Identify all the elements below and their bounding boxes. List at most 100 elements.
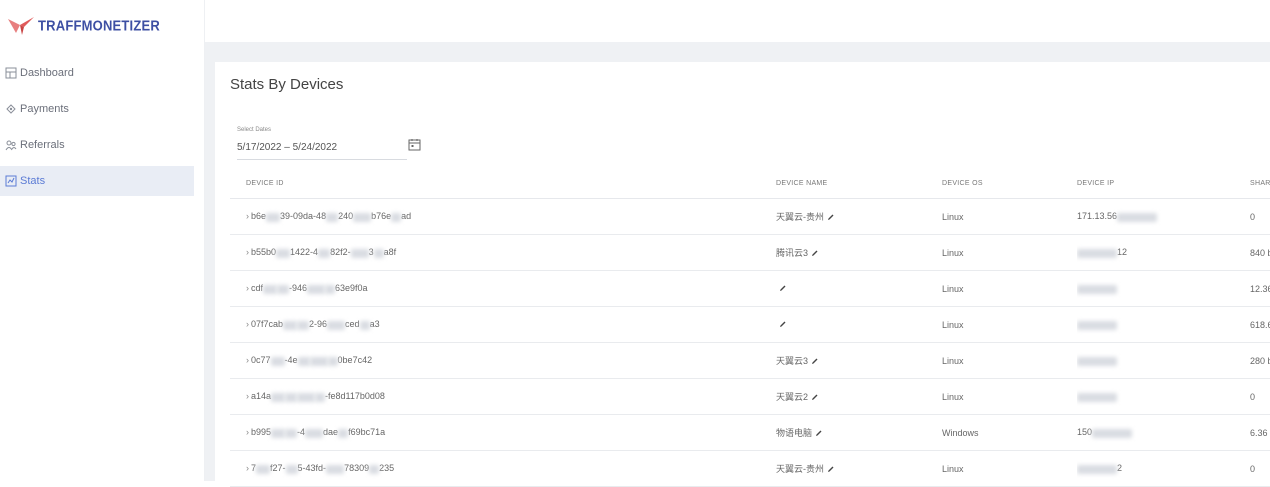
- table-row[interactable]: › 7 f27- 5-43fd- 78309 235 天翼云-贵州 Linux 2 0: [230, 450, 1270, 487]
- device-id-part: 82f2-: [330, 247, 351, 258]
- device-id-part: a14a: [251, 391, 272, 402]
- edit-icon[interactable]: [827, 465, 835, 475]
- redacted-block: [276, 248, 291, 258]
- cell-device-name: 物语电脑: [776, 414, 942, 451]
- table-row[interactable]: › a14a -fe8d117b0d08 天翼云2 Linux 0: [230, 378, 1270, 415]
- redacted-block: [326, 212, 339, 222]
- cell-device-id[interactable]: › 7 f27- 5-43fd- 78309 235: [230, 450, 776, 487]
- device-id-part: 07f7cab: [251, 319, 284, 330]
- edit-icon[interactable]: [815, 429, 823, 439]
- cell-device-id[interactable]: › 0c77 -4e 0be7c42: [230, 342, 776, 379]
- cell-device-ip: 171.13.56: [1077, 198, 1250, 235]
- device-name: 天翼云-贵州: [776, 464, 824, 474]
- redacted-block: [359, 320, 370, 330]
- cell-device-os: Linux: [942, 378, 1077, 415]
- device-id-part: f27-: [270, 463, 286, 474]
- sidebar-item-payments[interactable]: Payments: [0, 94, 194, 124]
- redacted-block: [1077, 356, 1117, 366]
- redacted-block: [1077, 464, 1117, 474]
- table-row[interactable]: ›cdf -946 63e9f0a Linux 12.36 M: [230, 270, 1270, 307]
- redacted-block: [266, 212, 281, 222]
- device-ip-part: 2: [1117, 463, 1123, 474]
- cell-device-ip: 2: [1077, 450, 1250, 487]
- date-range-label: Select Dates: [237, 127, 272, 133]
- device-name: 物语电脑: [776, 428, 813, 438]
- edit-icon[interactable]: [779, 320, 787, 330]
- cell-shared: 840 byt: [1250, 234, 1270, 271]
- header-shared[interactable]: SHARED: [1250, 168, 1270, 199]
- sidebar-item-dashboard[interactable]: Dashboard: [0, 58, 194, 88]
- redacted-block: [285, 428, 298, 438]
- sidebar-item-referrals[interactable]: Referrals: [0, 130, 194, 160]
- expand-icon[interactable]: ›: [246, 211, 249, 221]
- redacted-block: [297, 392, 316, 402]
- device-id-part: -4: [297, 427, 306, 438]
- redacted-block: [318, 248, 331, 258]
- date-range-picker[interactable]: Select Dates 5/17/2022 – 5/24/2022: [230, 124, 421, 160]
- edit-icon[interactable]: [811, 393, 819, 403]
- device-id-part: dae: [323, 427, 339, 438]
- table-row[interactable]: ›b995 -4 dae f69bc71a 物语电脑 Windows150 6.36 KB: [230, 414, 1270, 451]
- table-row[interactable]: ›07f7cab 2-96 ced a3 Linux 618.62: [230, 306, 1270, 343]
- edit-icon[interactable]: [811, 249, 819, 259]
- device-id-part: 1422-4: [290, 247, 319, 258]
- edit-icon[interactable]: [827, 213, 835, 223]
- expand-icon[interactable]: ›: [246, 283, 249, 293]
- edit-icon[interactable]: [811, 357, 819, 367]
- cell-device-id[interactable]: › b55b0 1422-4 82f2- 3 a8f: [230, 234, 776, 271]
- device-name: 天翼云2: [776, 392, 809, 402]
- redacted-block: [373, 248, 384, 258]
- header-device-name[interactable]: DEVICE NAME: [776, 168, 942, 199]
- table-row[interactable]: › b6e 39-09da-48 240 b76e ad 天翼云-贵州 Linux 171.13…: [230, 198, 1270, 235]
- redacted-block: [307, 284, 326, 294]
- expand-icon[interactable]: ›: [246, 247, 249, 257]
- device-id-part: a3: [369, 319, 380, 330]
- cell-device-id[interactable]: › a14a -fe8d117b0d08: [230, 378, 776, 415]
- cell-device-id[interactable]: › b6e 39-09da-48 240 b76e ad: [230, 198, 776, 235]
- cell-device-name: [776, 306, 942, 343]
- cell-device-name: 天翼云2: [776, 378, 942, 415]
- brand-logo[interactable]: TRAFFMONETIZER: [6, 10, 160, 40]
- expand-icon[interactable]: ›: [246, 391, 249, 401]
- referrals-icon: [5, 139, 17, 151]
- redacted-block: [1077, 392, 1117, 402]
- header-device-id[interactable]: DEVICE ID: [230, 168, 776, 199]
- edit-icon[interactable]: [779, 284, 787, 294]
- date-range-underline: [237, 159, 407, 160]
- redacted-block: [285, 392, 298, 402]
- device-id-part: b55b0: [251, 247, 277, 258]
- cell-device-ip: [1077, 378, 1250, 415]
- date-range-value: 5/17/2022 – 5/24/2022: [237, 142, 338, 153]
- expand-icon[interactable]: ›: [246, 355, 249, 365]
- device-id-part: ced: [345, 319, 360, 330]
- device-id-part: 0c77: [251, 355, 271, 366]
- redacted-block: [277, 284, 290, 294]
- sidebar-item-stats[interactable]: Stats: [0, 166, 194, 196]
- redacted-block: [1077, 320, 1117, 330]
- expand-icon[interactable]: ›: [246, 427, 249, 437]
- table-row[interactable]: ›b55b0 1422-4 82f2- 3 a8f 腾讯云3 Linux 12 840 byt: [230, 234, 1270, 271]
- redacted-block: [338, 428, 349, 438]
- expand-icon[interactable]: ›: [246, 463, 249, 473]
- calendar-icon[interactable]: [408, 138, 421, 151]
- redacted-block: [325, 284, 336, 294]
- cell-shared: 12.36 M: [1250, 270, 1270, 307]
- cell-shared: 0: [1250, 450, 1270, 487]
- table-row[interactable]: ›0c77 -4e 0be7c42 天翼云3 Linux 280 byt: [230, 342, 1270, 379]
- header-device-os[interactable]: DEVICE OS: [942, 168, 1077, 199]
- cell-device-id[interactable]: › 07f7cab 2-96 ced a3: [230, 306, 776, 343]
- device-name: 天翼云-贵州: [776, 212, 824, 222]
- cell-device-id[interactable]: › b995 -4 dae f69bc71a: [230, 414, 776, 451]
- cell-device-id[interactable]: › cdf -946 63e9f0a: [230, 270, 776, 307]
- sidebar: TRAFFMONETIZER Dashboard Payments Referr…: [0, 0, 205, 481]
- redacted-block: [309, 356, 328, 366]
- redacted-block: [326, 464, 345, 474]
- expand-icon[interactable]: ›: [246, 319, 249, 329]
- device-name: 天翼云3: [776, 356, 809, 366]
- sidebar-item-label: Referrals: [20, 139, 65, 151]
- redacted-block: [271, 392, 286, 402]
- header-device-ip[interactable]: DEVICE IP: [1077, 168, 1250, 199]
- redacted-block: [353, 212, 372, 222]
- sidebar-item-label: Stats: [20, 175, 46, 187]
- sidebar-item-label: Dashboard: [20, 67, 74, 79]
